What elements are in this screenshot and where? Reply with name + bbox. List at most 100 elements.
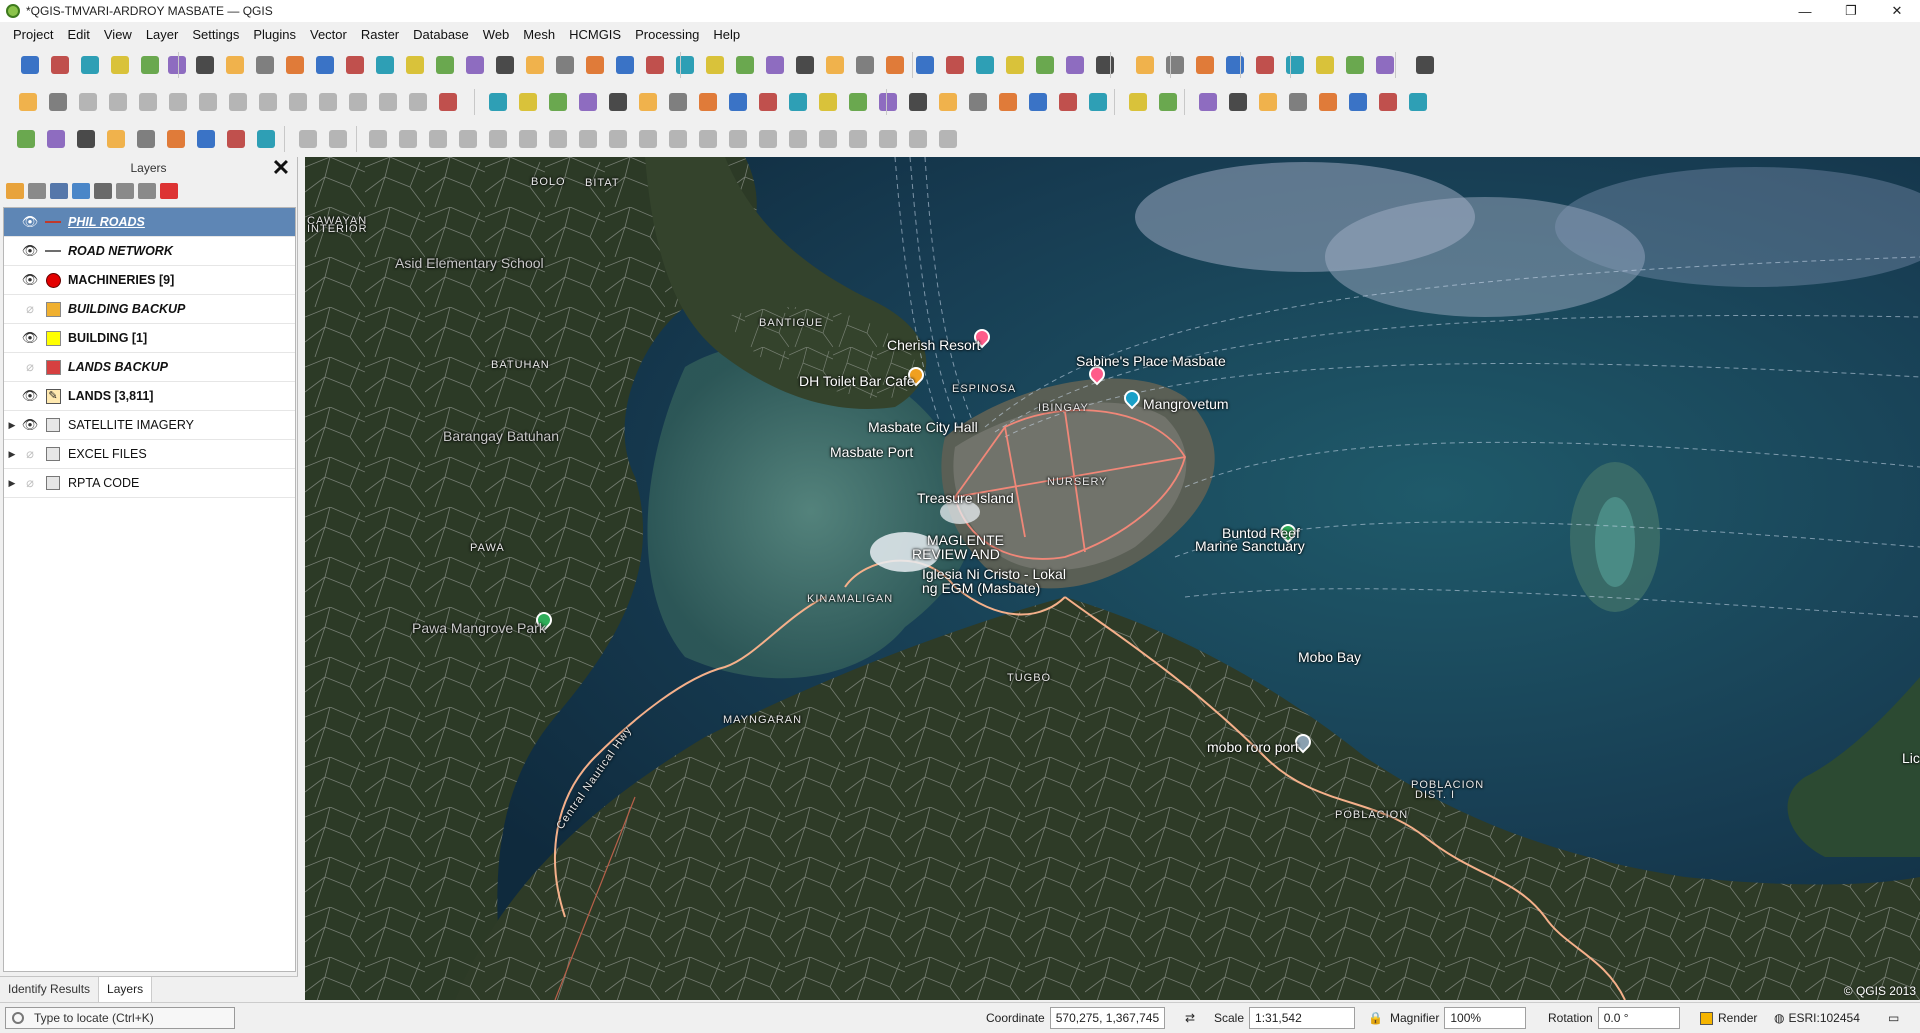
layer-row[interactable]: 👁 ✎ LANDS [3,811] <box>4 382 295 411</box>
expand-all-icon[interactable] <box>116 183 134 199</box>
toolbar-tool-icon[interactable] <box>696 90 720 114</box>
toolbar-tool-icon[interactable] <box>406 90 430 114</box>
toolbar-tool-icon[interactable] <box>1003 53 1027 77</box>
toolbar-tool-icon[interactable] <box>703 53 727 77</box>
toolbar-tool-icon[interactable] <box>1133 53 1157 77</box>
toolbar-tool-icon[interactable] <box>74 127 98 151</box>
toggle-extents-icon[interactable]: ⇄ <box>1185 1003 1195 1033</box>
eye-icon[interactable]: 👁 <box>20 214 40 230</box>
toolbar-tool-icon[interactable] <box>1026 90 1050 114</box>
menu-hcmgis[interactable]: HCMGIS <box>562 27 628 42</box>
toolbar-tool-icon[interactable] <box>1193 53 1217 77</box>
toolbar-tool-icon[interactable] <box>136 90 160 114</box>
tab-layers[interactable]: Layers <box>99 977 153 1002</box>
toolbar-tool-icon[interactable] <box>696 127 720 151</box>
toolbar-tool-icon[interactable] <box>106 90 130 114</box>
layer-row[interactable]: 👁 MACHINERIES [9] <box>4 266 295 295</box>
toolbar-tool-icon[interactable] <box>164 127 188 151</box>
toolbar-tool-icon[interactable] <box>966 90 990 114</box>
menu-web[interactable]: Web <box>476 27 517 42</box>
toolbar-tool-icon[interactable] <box>76 90 100 114</box>
eye-hidden-icon[interactable]: ⌀ <box>20 359 40 375</box>
layer-row[interactable]: 👁 ROAD NETWORK <box>4 237 295 266</box>
toolbar-tool-icon[interactable] <box>196 90 220 114</box>
eye-icon[interactable]: 👁 <box>20 388 40 404</box>
toolbar-tool-icon[interactable] <box>283 53 307 77</box>
toolbar-tool-icon[interactable] <box>636 90 660 114</box>
toolbar-tool-icon[interactable] <box>46 90 70 114</box>
toolbar-tool-icon[interactable] <box>996 90 1020 114</box>
eye-hidden-icon[interactable]: ⌀ <box>20 446 40 462</box>
menu-view[interactable]: View <box>97 27 139 42</box>
lock-scale-icon[interactable]: 🔒 <box>1368 1003 1383 1033</box>
toolbar-tool-icon[interactable] <box>316 90 340 114</box>
toolbar-tool-icon[interactable] <box>1196 90 1220 114</box>
toolbar-tool-icon[interactable] <box>226 90 250 114</box>
eye-hidden-icon[interactable]: ⌀ <box>20 301 40 317</box>
toolbar-tool-icon[interactable] <box>553 53 577 77</box>
rotation-field[interactable]: 0.0 ° <box>1597 1007 1680 1029</box>
toolbar-tool-icon[interactable] <box>18 53 42 77</box>
toolbar-tool-icon[interactable] <box>1283 53 1307 77</box>
toolbar-tool-icon[interactable] <box>816 127 840 151</box>
toolbar-tool-icon[interactable] <box>973 53 997 77</box>
toolbar-tool-icon[interactable] <box>883 53 907 77</box>
menu-processing[interactable]: Processing <box>628 27 706 42</box>
toolbar-tool-icon[interactable] <box>1156 90 1180 114</box>
toolbar-tool-icon[interactable] <box>666 127 690 151</box>
toolbar-tool-icon[interactable] <box>403 53 427 77</box>
toolbar-tool-icon[interactable] <box>396 127 420 151</box>
toolbar-tool-icon[interactable] <box>1063 53 1087 77</box>
eye-icon[interactable]: 👁 <box>20 272 40 288</box>
toolbar-tool-icon[interactable] <box>486 90 510 114</box>
toolbar-tool-icon[interactable] <box>108 53 132 77</box>
remove-layer-icon[interactable] <box>160 183 178 199</box>
filter-by-expression-icon[interactable] <box>94 183 112 199</box>
toolbar-tool-icon[interactable] <box>846 127 870 151</box>
toolbar-tool-icon[interactable] <box>1126 90 1150 114</box>
toolbar-tool-icon[interactable] <box>1376 90 1400 114</box>
menu-help[interactable]: Help <box>706 27 747 42</box>
tab-identify-results[interactable]: Identify Results <box>0 977 100 1002</box>
toolbar-tool-icon[interactable] <box>516 127 540 151</box>
toolbar-tool-icon[interactable] <box>343 53 367 77</box>
toolbar-tool-icon[interactable] <box>816 90 840 114</box>
toolbar-tool-icon[interactable] <box>726 127 750 151</box>
toolbar-tool-icon[interactable] <box>726 90 750 114</box>
minimize-button[interactable]: — <box>1782 0 1828 22</box>
toolbar-tool-icon[interactable] <box>673 53 697 77</box>
toolbar-tool-icon[interactable] <box>786 90 810 114</box>
menu-plugins[interactable]: Plugins <box>246 27 303 42</box>
menu-layer[interactable]: Layer <box>139 27 186 42</box>
toolbar-tool-icon[interactable] <box>793 53 817 77</box>
toolbar-tool-icon[interactable] <box>643 53 667 77</box>
toolbar-tool-icon[interactable] <box>1226 90 1250 114</box>
locator-bar[interactable]: Type to locate (Ctrl+K) <box>5 1007 235 1029</box>
toolbar-tool-icon[interactable] <box>456 127 480 151</box>
toolbar-tool-icon[interactable] <box>1256 90 1280 114</box>
layer-row[interactable]: 👁 BUILDING [1] <box>4 324 295 353</box>
toolbar-tool-icon[interactable] <box>1413 53 1437 77</box>
toolbar-tool-icon[interactable] <box>756 127 780 151</box>
toolbar-tool-icon[interactable] <box>606 127 630 151</box>
toolbar-tool-icon[interactable] <box>1163 53 1187 77</box>
menu-mesh[interactable]: Mesh <box>516 27 562 42</box>
layer-row[interactable]: 👁 PHIL ROADS <box>4 208 295 237</box>
eye-icon[interactable]: 👁 <box>20 243 40 259</box>
toolbar-tool-icon[interactable] <box>583 53 607 77</box>
toolbar-tool-icon[interactable] <box>853 53 877 77</box>
toolbar-tool-icon[interactable] <box>14 127 38 151</box>
layer-row[interactable]: ▶ 👁 SATELLITE IMAGERY <box>4 411 295 440</box>
toolbar-tool-icon[interactable] <box>223 53 247 77</box>
toolbar-tool-icon[interactable] <box>1223 53 1247 77</box>
layer-row[interactable]: ⌀ LANDS BACKUP <box>4 353 295 382</box>
maximize-button[interactable]: ❐ <box>1828 0 1874 22</box>
scale-combobox[interactable]: 1:31,542 <box>1249 1007 1356 1029</box>
toolbar-tool-icon[interactable] <box>254 127 278 151</box>
magnifier-field[interactable]: 100% <box>1444 1007 1527 1029</box>
toolbar-tool-icon[interactable] <box>104 127 128 151</box>
toolbar-tool-icon[interactable] <box>1286 90 1310 114</box>
toolbar-tool-icon[interactable] <box>313 53 337 77</box>
layer-row[interactable]: ⌀ BUILDING BACKUP <box>4 295 295 324</box>
manage-visibility-icon[interactable] <box>50 183 68 199</box>
